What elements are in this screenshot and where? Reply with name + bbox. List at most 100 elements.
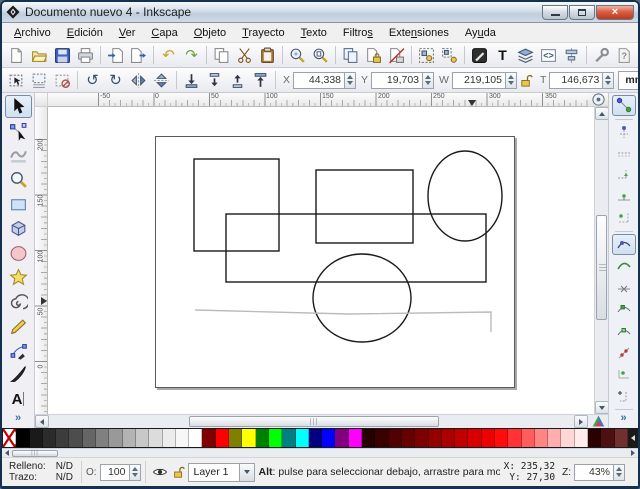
rotate-ccw-button[interactable]: ↺ bbox=[81, 69, 104, 91]
snap-path-intersections-button[interactable] bbox=[612, 278, 636, 299]
zoom-input[interactable]: 43% bbox=[574, 464, 614, 481]
palette-swatch[interactable] bbox=[588, 429, 601, 447]
hscroll-thumb[interactable]: ||| bbox=[189, 416, 439, 427]
palette-swatch[interactable] bbox=[415, 429, 428, 447]
document-properties-button[interactable]: ? bbox=[613, 44, 636, 66]
snap-bbox-centers-button[interactable] bbox=[612, 208, 636, 229]
palette-swatch[interactable] bbox=[561, 429, 574, 447]
canvas-shape-ellipse[interactable] bbox=[428, 151, 502, 241]
scroll-left-button[interactable] bbox=[35, 415, 49, 428]
palette-swatch[interactable] bbox=[482, 429, 495, 447]
snap-object-centers-button[interactable] bbox=[612, 364, 636, 385]
palette-swatch[interactable] bbox=[96, 429, 109, 447]
canvas-shape-rect[interactable] bbox=[194, 159, 279, 251]
menu-trayecto[interactable]: Trayecto bbox=[234, 25, 292, 41]
palette-swatch[interactable] bbox=[202, 429, 215, 447]
flip-vertical-button[interactable] bbox=[150, 69, 173, 91]
fill-stroke-button[interactable] bbox=[468, 44, 491, 66]
palette-swatch[interactable] bbox=[43, 429, 56, 447]
palette-swatch[interactable] bbox=[282, 429, 295, 447]
units-dropdown[interactable]: mm bbox=[618, 71, 640, 90]
group-button[interactable] bbox=[415, 44, 438, 66]
deselect-button[interactable] bbox=[51, 69, 74, 91]
w-spinner[interactable] bbox=[506, 72, 517, 89]
palette-swatch[interactable] bbox=[322, 429, 335, 447]
align-dialog-button[interactable] bbox=[560, 44, 583, 66]
lower-to-bottom-button[interactable] bbox=[180, 69, 203, 91]
vertical-scrollbar[interactable]: ||| bbox=[594, 107, 608, 414]
pencil-tool-button[interactable] bbox=[5, 315, 32, 338]
ungroup-button[interactable] bbox=[438, 44, 461, 66]
create-clone-button[interactable] bbox=[362, 44, 385, 66]
palette-swatch[interactable] bbox=[109, 429, 122, 447]
layers-dialog-button[interactable] bbox=[514, 44, 537, 66]
import-button[interactable] bbox=[104, 44, 127, 66]
snap-bbox-corners-button[interactable] bbox=[612, 165, 636, 186]
palette-swatch[interactable] bbox=[269, 429, 282, 447]
menu-ayuda[interactable]: Ayuda bbox=[457, 25, 504, 41]
menu-ver[interactable]: Ver bbox=[111, 25, 144, 41]
snap-to-paths-button[interactable] bbox=[612, 256, 636, 277]
menu-capa[interactable]: Capa bbox=[143, 25, 185, 41]
star-tool-button[interactable] bbox=[5, 266, 32, 289]
palette-swatch[interactable] bbox=[296, 429, 309, 447]
redo-button[interactable]: ↷ bbox=[180, 44, 203, 66]
rotate-cw-button[interactable]: ↻ bbox=[104, 69, 127, 91]
spiral-tool-button[interactable] bbox=[5, 290, 32, 313]
corner-round-icon[interactable] bbox=[591, 92, 606, 107]
zoom-tool-button[interactable] bbox=[5, 168, 32, 191]
select-all-layers-button[interactable] bbox=[28, 69, 51, 91]
vertical-ruler[interactable]: 200150100500 bbox=[35, 107, 48, 414]
select-all-button[interactable] bbox=[5, 69, 28, 91]
snap-smooth-nodes-button[interactable] bbox=[612, 321, 636, 342]
print-button[interactable] bbox=[74, 44, 97, 66]
w-input[interactable]: 219,105 bbox=[452, 72, 506, 89]
scroll-down-button[interactable] bbox=[595, 401, 609, 414]
palette-swatch[interactable] bbox=[56, 429, 69, 447]
palette-swatch[interactable] bbox=[16, 429, 29, 447]
palette-swatch[interactable] bbox=[362, 429, 375, 447]
palette-swatch[interactable] bbox=[83, 429, 96, 447]
export-button[interactable] bbox=[127, 44, 150, 66]
palette-swatch[interactable] bbox=[335, 429, 348, 447]
menu-edición[interactable]: Edición bbox=[59, 25, 111, 41]
vscroll-track[interactable]: ||| bbox=[595, 120, 608, 401]
palette-swatch[interactable] bbox=[522, 429, 535, 447]
toolbox-overflow-chevron[interactable]: » bbox=[12, 412, 24, 424]
layer-selector[interactable]: Layer 1 bbox=[188, 463, 255, 482]
palette-swatch[interactable] bbox=[216, 429, 229, 447]
palette-swatch[interactable] bbox=[442, 429, 455, 447]
xml-editor-button[interactable]: <> bbox=[537, 44, 560, 66]
palette-swatch[interactable] bbox=[242, 429, 255, 447]
text-dialog-button[interactable]: T bbox=[491, 44, 514, 66]
snap-nodes-button[interactable] bbox=[612, 234, 636, 255]
scroll-right-button[interactable] bbox=[574, 415, 588, 428]
snap-bbox-edge-midpoints-button[interactable] bbox=[612, 186, 636, 207]
lock-ratio-button[interactable] bbox=[518, 69, 536, 91]
enable-snapping-button[interactable] bbox=[612, 95, 636, 116]
palette-swatch[interactable] bbox=[69, 429, 82, 447]
new-document-button[interactable] bbox=[5, 44, 28, 66]
palette-swatch[interactable] bbox=[389, 429, 402, 447]
palette-swatch[interactable] bbox=[163, 429, 176, 447]
h-spinner[interactable] bbox=[603, 72, 614, 89]
layer-dropdown-arrow[interactable] bbox=[240, 463, 255, 482]
canvas-shape-ellipse[interactable] bbox=[313, 254, 411, 342]
zoom-page-button[interactable] bbox=[309, 44, 332, 66]
snap-bounding-boxes-button[interactable] bbox=[612, 122, 636, 143]
opacity-input[interactable]: 100 bbox=[100, 464, 130, 481]
canvas-shape-rect[interactable] bbox=[316, 170, 413, 243]
node-tool-button[interactable] bbox=[5, 119, 32, 142]
x-spinner[interactable] bbox=[345, 72, 356, 89]
open-document-button[interactable] bbox=[28, 44, 51, 66]
palette-scroll-thumb[interactable]: ||| bbox=[12, 450, 58, 457]
palette-swatch[interactable] bbox=[402, 429, 415, 447]
snap-rotation-centers-button[interactable] bbox=[612, 385, 636, 406]
palette-swatch[interactable] bbox=[349, 429, 362, 447]
fill-stroke-indicator[interactable]: Relleno: N/D Trazo: N/D bbox=[5, 461, 77, 483]
palette-swatch[interactable] bbox=[575, 429, 588, 447]
tweak-tool-button[interactable] bbox=[5, 144, 32, 167]
palette-swatch[interactable] bbox=[508, 429, 521, 447]
scroll-up-button[interactable] bbox=[595, 107, 609, 120]
palette-swatch[interactable] bbox=[429, 429, 442, 447]
